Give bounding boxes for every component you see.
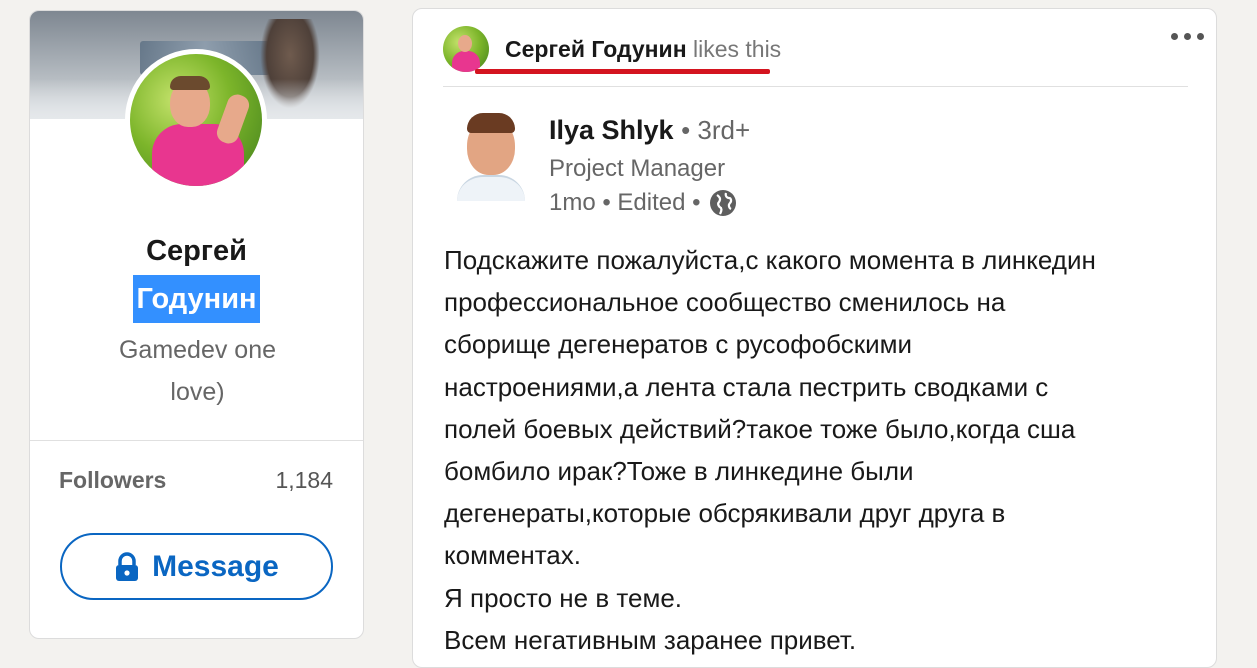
lock-icon	[116, 551, 139, 581]
profile-last-name-selected: Годунин	[133, 275, 260, 323]
followers-row[interactable]: Followers 1,184	[59, 467, 333, 494]
author-title: Project Manager	[549, 155, 726, 182]
more-options-button[interactable]	[1162, 25, 1212, 47]
liker-avatar[interactable]	[443, 26, 489, 72]
feed-post-card: Сергей Годунин likes this Ilya Shlyk • 3…	[412, 8, 1217, 668]
author-name[interactable]: Ilya Shlyk	[549, 115, 674, 145]
followers-label: Followers	[59, 467, 167, 493]
followers-count: 1,184	[275, 467, 333, 493]
post-body-line: настроениями,а лента стала пестрить свод…	[444, 371, 1049, 402]
more-icon	[1196, 32, 1204, 40]
connection-degree: • 3rd+	[681, 115, 751, 145]
post-body-line: Подскажите пожалуйста,с какого момента в…	[444, 245, 1096, 275]
divider	[443, 86, 1188, 87]
globe-icon	[709, 190, 736, 216]
profile-headline-line: love)	[170, 378, 225, 406]
post-body-line: бомбило ирак?Тоже в линкедине были	[444, 456, 914, 487]
post-body-line: комментах.	[444, 540, 581, 571]
message-button[interactable]: Message	[60, 533, 333, 600]
post-meta: 1mo • Edited •	[549, 189, 737, 217]
post-body-line: дегенераты,которые обсрякивали друг друг…	[444, 498, 1006, 529]
author-avatar[interactable]	[457, 109, 525, 201]
message-button-label: Message	[152, 549, 279, 583]
more-icon	[1170, 32, 1178, 40]
post-timestamp: 1mo • Edited •	[549, 189, 701, 216]
profile-headline: Gamedev one love)	[90, 329, 305, 413]
profile-avatar[interactable]	[125, 49, 267, 191]
activity-actor-link[interactable]: Сергей Годунин	[505, 36, 687, 62]
post-body-line: Всем негативным заранее привет.	[444, 624, 857, 655]
profile-headline-line: Gamedev one	[118, 336, 277, 364]
social-activity-header: Сергей Годунин likes this	[443, 25, 1188, 73]
activity-text: Сергей Годунин likes this	[505, 36, 781, 63]
profile-first-name: Сергей	[146, 235, 247, 267]
post-body-line: Я просто не в теме.	[444, 582, 683, 613]
activity-verb: likes this	[692, 35, 782, 62]
post-body-line: профессиональное сообщество сменилось на	[444, 287, 1006, 318]
more-icon	[1183, 32, 1191, 40]
profile-card: Сергей Годунин Gamedev one love) Followe…	[29, 10, 364, 639]
author-name-line[interactable]: Ilya Shlyk • 3rd+	[549, 115, 750, 146]
post-body-text: Подскажите пожалуйста,с какого момента в…	[444, 239, 1204, 661]
post-body-line: сборище дегенератов с русофобскими	[444, 329, 912, 360]
divider	[30, 440, 363, 441]
profile-name[interactable]: Сергей Годунин	[30, 227, 363, 323]
red-underline-annotation	[475, 69, 770, 74]
post-body-line: полей боевых действий?такое тоже было,ко…	[444, 413, 1076, 444]
